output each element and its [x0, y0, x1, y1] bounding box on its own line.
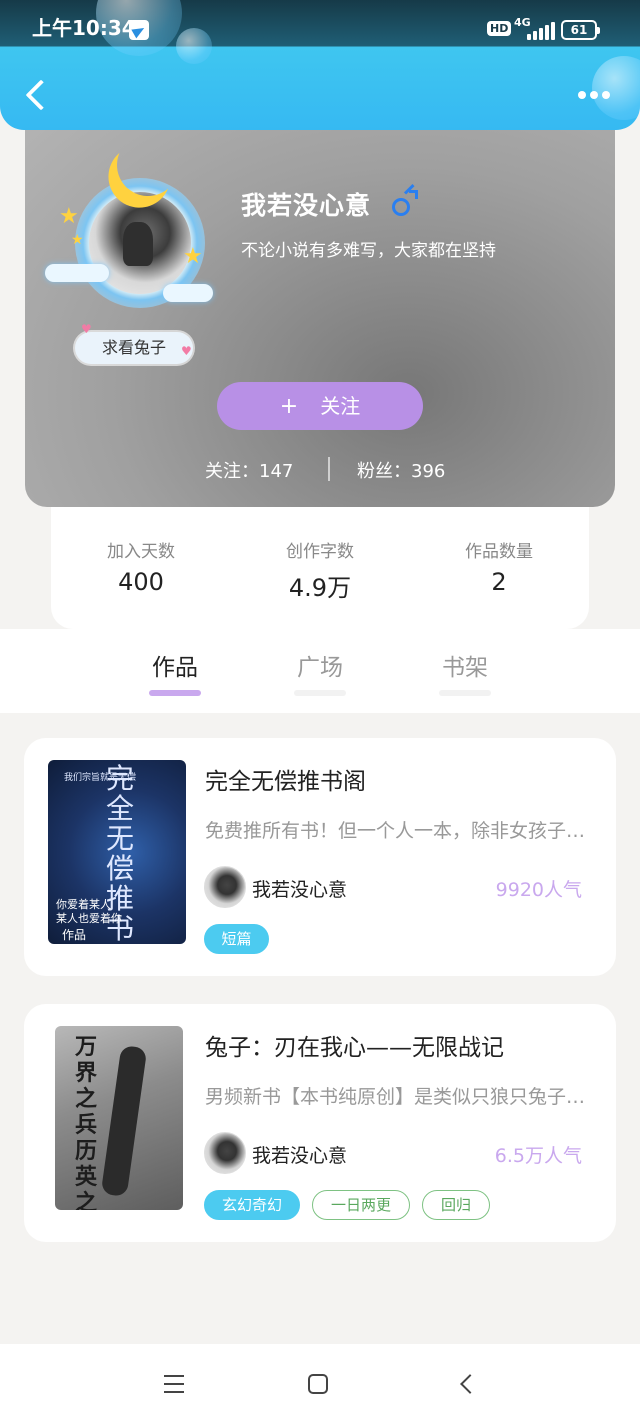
- battery-icon: 61: [561, 20, 600, 40]
- more-dots-icon[interactable]: [574, 84, 614, 104]
- summary-label: 创作字数: [286, 542, 354, 562]
- divider: [328, 457, 330, 481]
- tag-short-story[interactable]: 短篇: [204, 924, 269, 954]
- username: 我若没心意: [241, 191, 372, 220]
- summary-label: 加入天数: [107, 542, 175, 562]
- author-name[interactable]: 我若没心意: [252, 875, 347, 902]
- author-avatar[interactable]: [204, 866, 246, 908]
- tag-twice-daily[interactable]: 一日两更: [312, 1190, 410, 1220]
- book-title[interactable]: 兔子：刃在我心——无限战记: [205, 1028, 504, 1062]
- popularity: 9920人气: [495, 879, 582, 901]
- book-card[interactable]: 万界之兵历英之传 兔子：刃在我心——无限战记 男频新书【本书纯原创】是类似只狼只…: [24, 1004, 616, 1242]
- avatar-badge: 求看兔子: [75, 332, 193, 364]
- tab-square[interactable]: 广场: [280, 648, 360, 682]
- summary-works-count: 作品数量 2: [409, 537, 589, 596]
- author-name[interactable]: 我若没心意: [252, 1141, 347, 1168]
- profile-card: ★ ★ ★ 求看兔子 ♥ ♥ 我若没心意 不论小说有多难写，大家都在坚持 + 关注…: [25, 100, 615, 507]
- heart-icon: ♥: [81, 322, 92, 336]
- summary-value: 2: [491, 568, 507, 596]
- tab-indicator: [149, 690, 201, 696]
- follow-button[interactable]: + 关注: [217, 382, 423, 430]
- avatar-frame[interactable]: ★ ★ ★: [45, 140, 213, 308]
- book-title[interactable]: 完全无偿推书阁: [205, 762, 366, 796]
- following-count[interactable]: 关注：147: [205, 457, 293, 483]
- male-icon: [392, 183, 420, 218]
- summary-card: 加入天数 400 创作字数 4.9万 作品数量 2: [51, 507, 589, 629]
- book-card[interactable]: 我们宗旨就是无偿 完全无偿推书阁 你爱着某人 某人也爱着你 作品 完全无偿推书阁…: [24, 738, 616, 976]
- star-icon: ★: [183, 244, 203, 269]
- back-icon[interactable]: [458, 1374, 474, 1394]
- cover-figure: [100, 1044, 148, 1198]
- summary-value: 4.9万: [288, 574, 352, 602]
- plus-icon: +: [279, 394, 299, 419]
- book-description: 男频新书【本书纯原创】是类似只狼只兔子的…: [205, 1086, 589, 1108]
- signature: 不论小说有多难写，大家都在坚持: [241, 241, 496, 261]
- signal-icon: [527, 22, 555, 40]
- cover-text: 万界之兵历英之传: [75, 1034, 98, 1210]
- star-icon: ★: [59, 204, 79, 229]
- heart-icon: ♥: [181, 344, 192, 358]
- book-cover[interactable]: 我们宗旨就是无偿 完全无偿推书阁 你爱着某人 某人也爱着你 作品: [48, 760, 186, 944]
- system-nav-bar: [0, 1344, 640, 1422]
- tab-bookshelf[interactable]: 书架: [425, 648, 505, 682]
- cloud-icon: [45, 264, 109, 282]
- book-cover[interactable]: 万界之兵历英之传: [55, 1026, 183, 1210]
- summary-label: 作品数量: [465, 542, 533, 562]
- tag-fantasy[interactable]: 玄幻奇幻: [204, 1190, 300, 1220]
- status-time: 上午10:34: [32, 16, 136, 40]
- follow-label: 关注: [320, 394, 361, 418]
- tag-return[interactable]: 回归: [422, 1190, 490, 1220]
- fans-count[interactable]: 粉丝：396: [357, 457, 445, 483]
- tab-indicator-faint: [294, 690, 346, 696]
- tab-indicator-faint: [439, 690, 491, 696]
- back-arrow-icon[interactable]: [22, 78, 52, 114]
- top-header: 上午10:34 HD 4G 61: [0, 0, 640, 130]
- status-bar: 上午10:34 HD 4G 61: [0, 0, 640, 46]
- star-icon: ★: [71, 232, 84, 248]
- hd-icon: HD: [487, 21, 512, 36]
- cover-text: 作品: [62, 928, 87, 942]
- menu-icon[interactable]: [164, 1375, 184, 1393]
- cloud-icon: [163, 284, 213, 302]
- book-description: 免费推所有书！但一个人一本，除非女孩子…: [205, 820, 586, 842]
- summary-word-count: 创作字数 4.9万: [230, 537, 410, 603]
- author-avatar[interactable]: [204, 1132, 246, 1174]
- follow-stats: 关注：147 粉丝：396: [25, 455, 615, 483]
- summary-join-days: 加入天数 400: [51, 537, 231, 596]
- popularity: 6.5万人气: [494, 1145, 582, 1167]
- home-icon[interactable]: [308, 1374, 328, 1394]
- badge-label: 求看兔子: [101, 338, 166, 357]
- summary-value: 400: [118, 568, 164, 596]
- tab-works[interactable]: 作品: [135, 648, 215, 682]
- telegram-icon: [129, 20, 149, 40]
- cover-text: 某人也爱着你: [56, 912, 122, 925]
